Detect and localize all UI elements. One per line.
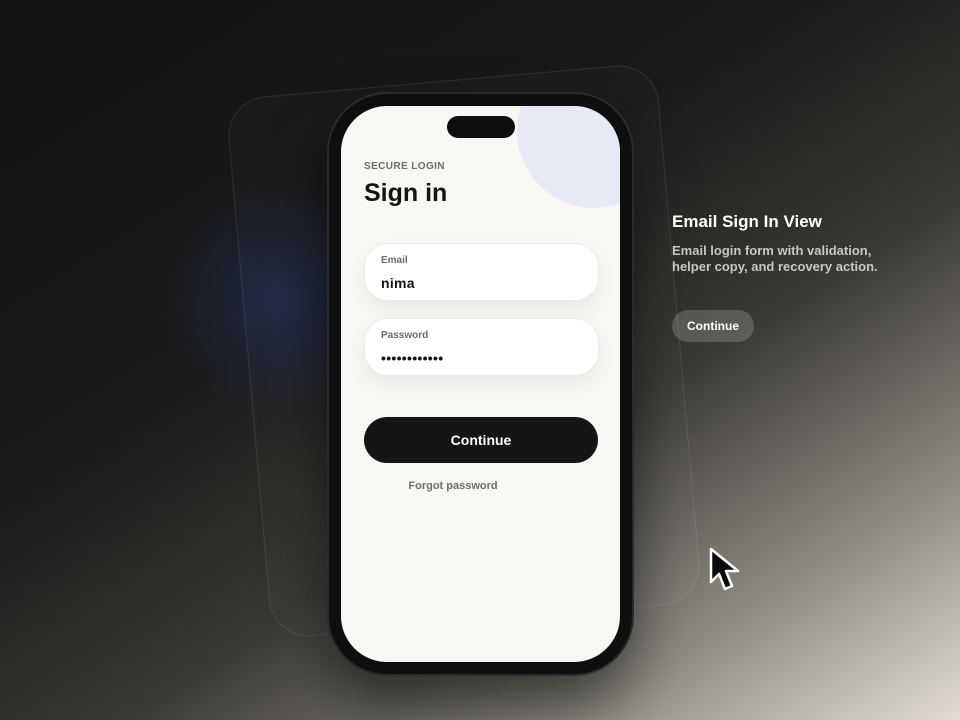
dynamic-island	[447, 116, 515, 138]
phone-screen: SECURE LOGIN Sign in Email nima Password…	[341, 106, 620, 662]
side-continue-button[interactable]: Continue	[672, 310, 754, 342]
email-value[interactable]: nima	[381, 275, 415, 291]
password-field[interactable]: Password ••••••••••••	[364, 318, 599, 376]
side-panel-title: Email Sign In View	[672, 212, 822, 231]
page-title: Sign in	[364, 179, 448, 207]
mouse-pointer-icon	[709, 547, 740, 591]
email-field[interactable]: Email nima	[364, 243, 599, 301]
forgot-password-link[interactable]: Forgot password	[341, 480, 565, 492]
phone-frame: SECURE LOGIN Sign in Email nima Password…	[329, 94, 632, 674]
eyebrow-label: SECURE LOGIN	[364, 161, 445, 172]
email-label: Email	[381, 255, 408, 266]
continue-button[interactable]: Continue	[364, 417, 598, 463]
password-label: Password	[381, 330, 429, 341]
password-value[interactable]: ••••••••••••	[381, 350, 443, 366]
decorative-circle	[517, 106, 620, 208]
side-panel-description: Email login form with validation, helper…	[672, 243, 878, 274]
